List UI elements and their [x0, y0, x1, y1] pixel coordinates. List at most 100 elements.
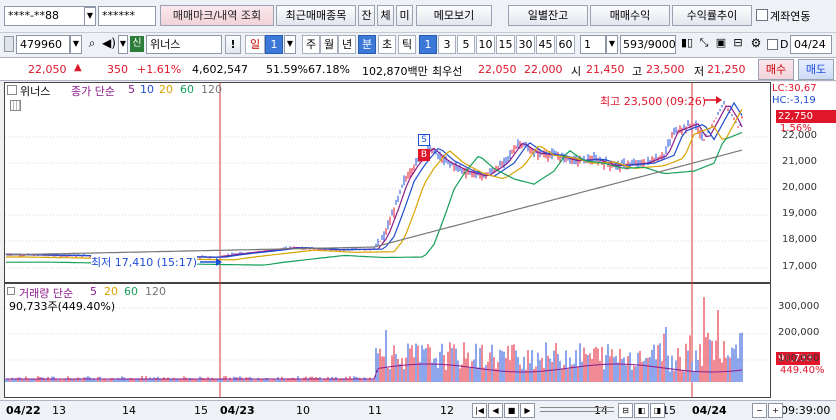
- grid-icon[interactable]: [10, 100, 21, 111]
- time-label: 09:39:00: [781, 404, 831, 417]
- interval-3[interactable]: 3: [438, 35, 456, 54]
- price-y-tick: 17,000: [782, 261, 817, 272]
- memo-button[interactable]: 메모보기: [416, 5, 492, 26]
- count-input[interactable]: 1: [580, 35, 606, 54]
- plus-icon[interactable]: +: [768, 403, 783, 418]
- ma5-label: 5: [128, 83, 135, 96]
- search-icon[interactable]: ⌕: [84, 36, 100, 53]
- lc-label: LC:30,67: [772, 83, 817, 94]
- account-dropdown-icon[interactable]: ▼: [84, 7, 96, 26]
- zoom-in-icon[interactable]: ◧: [634, 403, 649, 418]
- stock-code-input[interactable]: 479960: [16, 35, 70, 54]
- ma10-line: [6, 101, 743, 258]
- stock-name-field[interactable]: 위너스: [146, 35, 222, 54]
- recent-trade-button[interactable]: 최근매매종목: [276, 5, 356, 26]
- x-axis-label: 11: [368, 404, 382, 417]
- nav-prev-icon[interactable]: ◀: [488, 403, 503, 418]
- interval-30[interactable]: 30: [516, 35, 535, 54]
- low-price: 21,250: [707, 63, 746, 76]
- date-value: 04/24: [794, 38, 826, 51]
- account-select[interactable]: ****-**88: [4, 6, 96, 26]
- vol-ma5-label: 5: [90, 285, 97, 298]
- change-pct: +1.61%: [137, 63, 182, 76]
- count-input-value: 1: [584, 38, 591, 51]
- daily-balance-button[interactable]: 일별잔고: [508, 5, 588, 26]
- sound-dropdown-icon[interactable]: ▼: [118, 35, 128, 54]
- period-tick[interactable]: 틱: [398, 35, 416, 54]
- unfilled-button[interactable]: 미: [396, 5, 413, 26]
- balance-button[interactable]: 잔: [358, 5, 375, 26]
- account-link-label: 계좌연동: [770, 10, 811, 23]
- period-number[interactable]: 1: [265, 35, 283, 54]
- data-count-field[interactable]: 593/9000: [620, 35, 676, 54]
- open-price: 21,450: [586, 63, 625, 76]
- code-dropdown-icon[interactable]: ▼: [70, 35, 82, 54]
- ma120-line: [5, 149, 743, 256]
- period-select[interactable]: 일: [245, 35, 265, 54]
- price-y-tick: 19,000: [782, 208, 817, 219]
- x-axis-label: 12: [440, 404, 454, 417]
- interval-60[interactable]: 60: [556, 35, 575, 54]
- layout-icon[interactable]: [4, 36, 14, 52]
- interval-5[interactable]: 5: [457, 35, 475, 54]
- last-price-tag: 22,750: [776, 110, 836, 123]
- period-dropdown-icon[interactable]: ▼: [284, 35, 296, 54]
- quote-bar: 22,050 ▲ 350 +1.61% 4,602,547 51.59% 67.…: [0, 57, 836, 81]
- period-year[interactable]: 년: [338, 35, 356, 54]
- speaker-icon[interactable]: ◀): [101, 36, 117, 53]
- trade-mark-button[interactable]: 매매마크/내역 조회: [160, 5, 274, 26]
- ma20-line: [6, 108, 743, 261]
- chart-canvas[interactable]: [4, 82, 836, 400]
- settings-icon[interactable]: ⚙: [748, 36, 764, 53]
- chart-area[interactable]: 위너스 종가 단순 5 10 20 60 120 LC:30,67 HC:-3,…: [4, 82, 836, 400]
- interval-10[interactable]: 10: [476, 35, 495, 54]
- stock-code: 479960: [20, 38, 62, 51]
- buy-button[interactable]: 매수: [758, 59, 794, 80]
- vol-ma60-label: 60: [124, 285, 138, 298]
- period-month[interactable]: 월: [320, 35, 338, 54]
- lock-icon[interactable]: ⊟: [730, 36, 746, 53]
- nav-stop-icon[interactable]: ■: [504, 403, 519, 418]
- volume-pct: 51.59%: [266, 63, 308, 76]
- volume-y-tick: 200,000: [778, 327, 820, 338]
- indicator-icon[interactable]: ▮▯: [679, 36, 695, 53]
- turnover-pct: 67.18%: [308, 63, 350, 76]
- count-dropdown-icon[interactable]: ▼: [606, 35, 618, 54]
- sell-marker[interactable]: S: [418, 134, 430, 146]
- high-price: 23,500: [646, 63, 685, 76]
- interval-45[interactable]: 45: [536, 35, 555, 54]
- date-checkbox[interactable]: [767, 39, 778, 50]
- interval-15[interactable]: 15: [496, 35, 515, 54]
- period-minute[interactable]: 분: [358, 35, 376, 54]
- period-second[interactable]: 초: [378, 35, 396, 54]
- warning-button[interactable]: !: [225, 35, 241, 54]
- buy-marker[interactable]: B: [418, 149, 430, 161]
- zoom-icon[interactable]: ⊟: [618, 403, 633, 418]
- date-input[interactable]: 04/24: [790, 35, 832, 54]
- trade-profit-button[interactable]: 매매수익: [590, 5, 670, 26]
- filled-button[interactable]: 체: [377, 5, 394, 26]
- period-week[interactable]: 주: [302, 35, 320, 54]
- account-link-checkbox[interactable]: [756, 9, 768, 21]
- zoom-slider[interactable]: [540, 407, 614, 412]
- scale-icon[interactable]: ⤡: [696, 36, 712, 53]
- nav-next-icon[interactable]: ▶: [520, 403, 535, 418]
- zoom-out-icon[interactable]: ◨: [650, 403, 665, 418]
- save-icon[interactable]: ▣: [713, 36, 729, 53]
- volume-toggle-icon[interactable]: [7, 287, 15, 295]
- x-axis-label: 04/22: [6, 404, 41, 417]
- password-input[interactable]: ******: [98, 6, 156, 26]
- low-label: 저: [694, 65, 705, 78]
- stock-name: 위너스: [150, 38, 181, 51]
- interval-1[interactable]: 1: [419, 35, 437, 54]
- panel-toggle-icon[interactable]: [7, 85, 17, 95]
- ma120-label: 120: [201, 83, 222, 96]
- x-axis-label: 04/23: [220, 404, 255, 417]
- low-annotation: 최저 17,410 (15:17): [91, 254, 198, 270]
- sell-button[interactable]: 매도: [798, 59, 834, 80]
- minus-icon[interactable]: −: [752, 403, 767, 418]
- ma10-label: 10: [140, 83, 154, 96]
- nav-first-icon[interactable]: |◀: [472, 403, 487, 418]
- x-axis-label: 13: [52, 404, 66, 417]
- profit-trend-button[interactable]: 수익률추이: [672, 5, 752, 26]
